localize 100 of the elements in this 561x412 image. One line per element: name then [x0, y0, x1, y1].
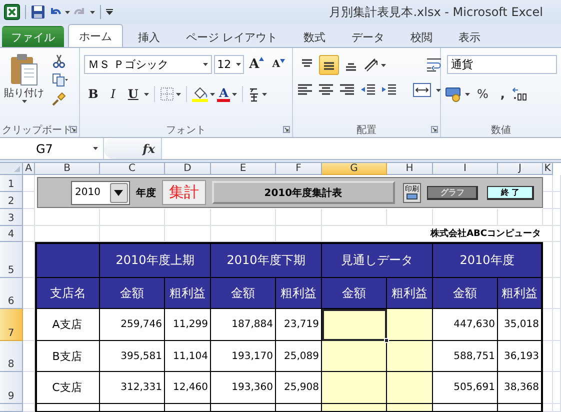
worksheet-cell[interactable]	[553, 404, 561, 412]
column-header[interactable]: A	[23, 163, 35, 175]
caret-icon[interactable]	[436, 88, 441, 92]
worksheet-cell[interactable]	[23, 404, 35, 412]
percent-button[interactable]: %	[472, 87, 494, 101]
font-name-field[interactable]: ＭＳ Ｐゴシック	[84, 55, 212, 74]
caret-icon[interactable]	[22, 100, 26, 103]
up-triangle-icon[interactable]	[259, 57, 264, 61]
worksheet-cell[interactable]	[553, 309, 561, 341]
table-cell[interactable]	[387, 372, 433, 404]
caret-icon[interactable]	[232, 92, 238, 96]
bold-button[interactable]: B	[84, 87, 102, 101]
exit-button[interactable]: 終 了	[487, 186, 534, 200]
format-painter-icon[interactable]	[52, 92, 66, 106]
worksheet-cell[interactable]	[553, 175, 561, 192]
underline-button[interactable]: U	[124, 87, 142, 101]
caret-icon[interactable]	[203, 63, 208, 66]
ribbon-tab[interactable]: 挿入	[127, 26, 171, 47]
row-header[interactable]: 4	[0, 226, 23, 242]
ribbon-tab[interactable]: 校閲	[400, 26, 444, 47]
row-header[interactable]: 5	[0, 242, 23, 278]
table-cell[interactable]	[322, 341, 387, 372]
dropdown-arrow-icon[interactable]	[114, 190, 124, 196]
wrap-text-icon[interactable]	[426, 57, 442, 73]
grow-font-button[interactable]: A	[246, 57, 268, 72]
worksheet-cell[interactable]	[23, 372, 35, 404]
clipboard-icon[interactable]	[9, 52, 39, 86]
font-size-field[interactable]: 12	[214, 55, 244, 74]
row-header[interactable]: 9	[0, 372, 23, 404]
comma-button[interactable]: ,	[495, 87, 510, 101]
row-header[interactable]: 6	[0, 278, 23, 309]
worksheet-cell[interactable]	[553, 278, 561, 309]
fill-handle[interactable]	[384, 338, 389, 343]
caret-icon[interactable]	[144, 92, 150, 96]
tally-button[interactable]: 集計	[162, 180, 206, 205]
worksheet-cell[interactable]	[553, 192, 561, 209]
merge-cells-icon[interactable]	[413, 83, 431, 97]
worksheet-cell[interactable]	[276, 209, 322, 226]
ribbon-tab[interactable]: ページ レイアウト	[175, 26, 288, 47]
caret-icon[interactable]	[381, 64, 386, 66]
worksheet-cell[interactable]	[100, 209, 165, 226]
decrease-indent-icon[interactable]	[360, 83, 376, 97]
worksheet-cell[interactable]	[387, 209, 433, 226]
worksheet-cell[interactable]	[165, 226, 211, 242]
dialog-launcher-icon[interactable]	[283, 126, 290, 133]
row-header[interactable]: 2	[0, 192, 23, 209]
ribbon-tab[interactable]: データ	[340, 26, 396, 47]
worksheet-cell[interactable]	[23, 226, 35, 242]
worksheet-cell[interactable]	[543, 372, 553, 404]
worksheet-cell[interactable]	[543, 404, 553, 412]
text-orientation-icon[interactable]	[363, 57, 379, 73]
worksheet-cell[interactable]	[498, 209, 543, 226]
align-center-icon[interactable]	[318, 83, 334, 97]
column-header[interactable]: I	[433, 163, 498, 175]
worksheet-cell[interactable]	[543, 175, 553, 192]
worksheet-cell[interactable]	[35, 226, 100, 242]
worksheet-cell[interactable]	[543, 309, 553, 341]
font-color-button[interactable]: A	[217, 86, 230, 102]
worksheet-cell[interactable]	[553, 209, 561, 226]
down-triangle-icon[interactable]	[280, 59, 285, 63]
report-title-button[interactable]: 2010年度集計表	[212, 181, 395, 204]
shrink-font-button[interactable]: A	[269, 59, 288, 70]
ribbon-tab[interactable]: ホーム	[68, 24, 123, 47]
increase-decimal-icon[interactable]	[512, 87, 528, 101]
worksheet-cell[interactable]	[543, 341, 553, 372]
worksheet-cell[interactable]	[543, 278, 553, 309]
table-cell[interactable]	[387, 309, 433, 341]
column-header[interactable]: G	[322, 163, 387, 175]
file-tab[interactable]: ファイル	[2, 26, 64, 47]
row-header[interactable]: 8	[0, 341, 23, 372]
column-header[interactable]: H	[387, 163, 433, 175]
table-cell[interactable]	[387, 341, 433, 372]
caret-icon[interactable]	[210, 92, 216, 96]
worksheet-cell[interactable]	[276, 226, 322, 242]
dialog-launcher-icon[interactable]	[70, 126, 78, 133]
italic-button[interactable]: I	[104, 87, 122, 101]
caret-icon[interactable]	[176, 92, 182, 96]
worksheet-cell[interactable]	[165, 209, 211, 226]
worksheet-cell[interactable]	[23, 278, 35, 309]
worksheet-cell[interactable]	[553, 242, 561, 278]
worksheet-cell[interactable]	[543, 242, 553, 278]
worksheet-cell[interactable]	[100, 226, 165, 242]
table-cell[interactable]	[322, 309, 387, 341]
worksheet-cell[interactable]	[23, 341, 35, 372]
worksheet-cell[interactable]	[543, 209, 553, 226]
year-dropdown[interactable]: 2010	[71, 180, 130, 204]
worksheet-cell[interactable]	[433, 209, 498, 226]
column-header[interactable]: B	[35, 163, 100, 175]
worksheet-cell[interactable]	[543, 192, 553, 209]
caret-icon[interactable]	[262, 92, 268, 96]
row-header[interactable]: 1	[0, 175, 23, 192]
worksheet-cell[interactable]	[23, 309, 35, 341]
ribbon-tab[interactable]: 表示	[448, 26, 492, 47]
currency-icon[interactable]	[445, 86, 463, 102]
align-right-icon[interactable]	[339, 83, 355, 97]
worksheet-cell[interactable]	[23, 175, 35, 192]
row-header[interactable]: 7	[0, 309, 23, 341]
caret-icon[interactable]	[236, 63, 242, 66]
worksheet-cell[interactable]	[553, 372, 561, 404]
column-header[interactable]: C	[100, 163, 165, 175]
